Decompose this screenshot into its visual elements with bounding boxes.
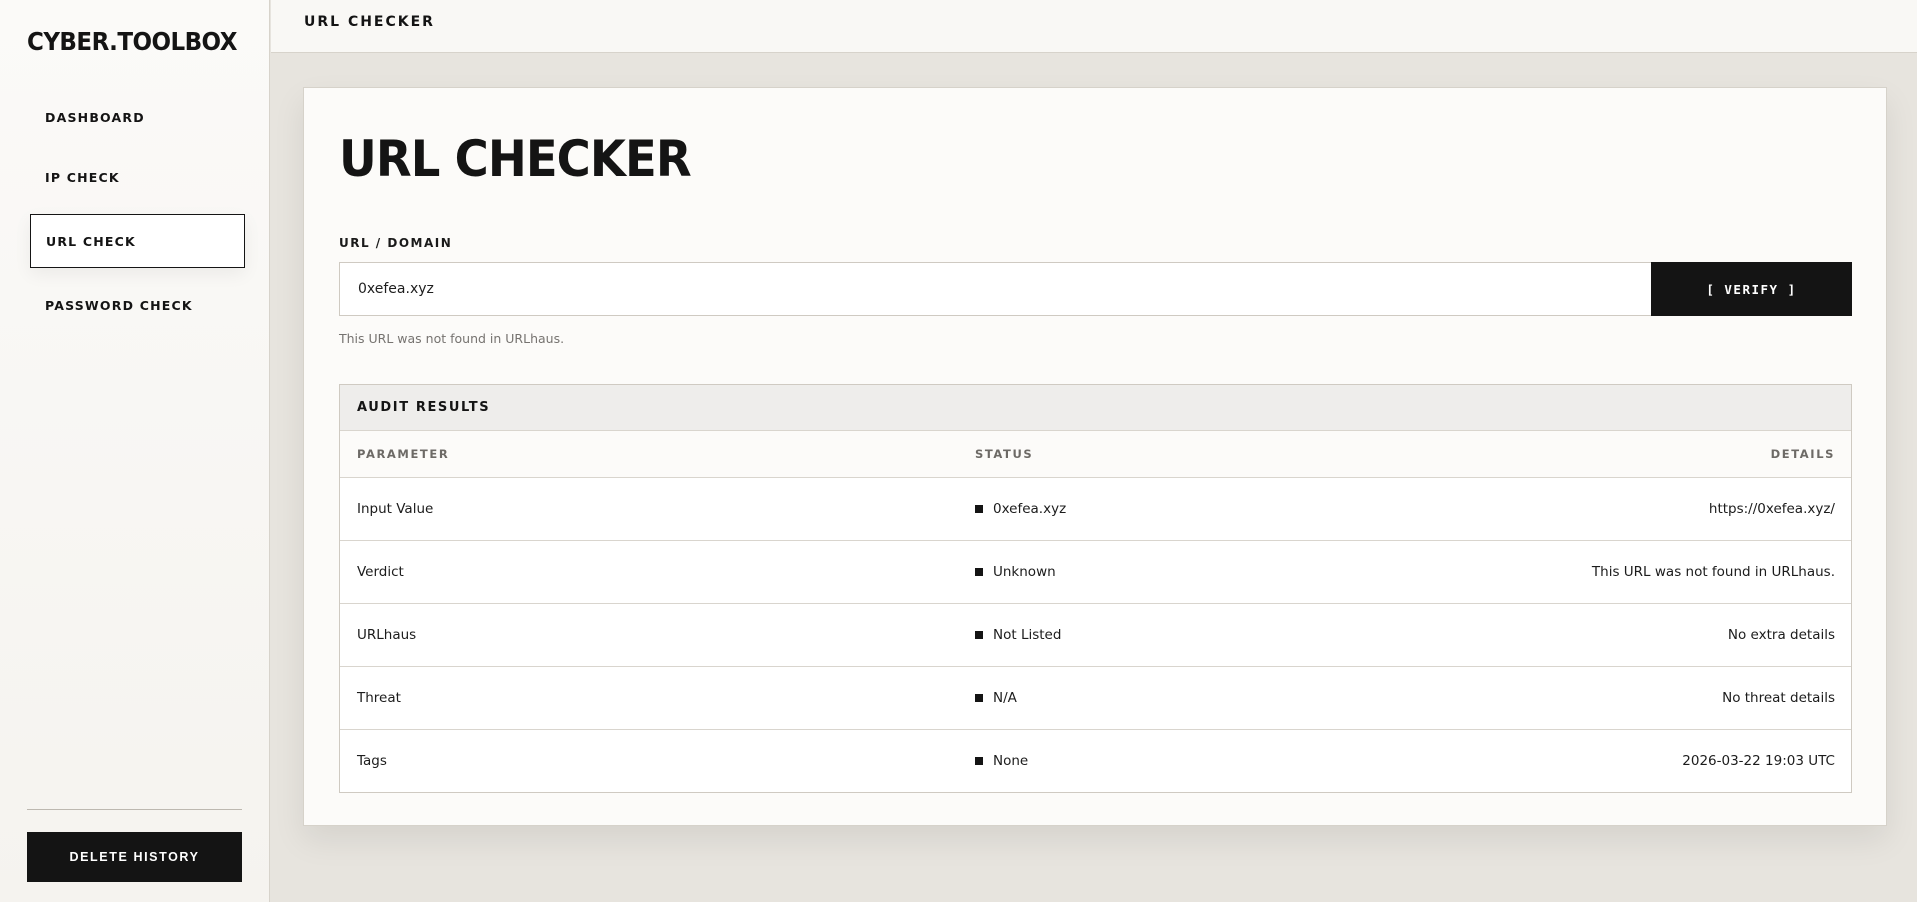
topbar-title: URL CHECKER — [304, 14, 435, 30]
row-parameter: Verdict — [357, 564, 404, 580]
url-input[interactable] — [339, 262, 1652, 316]
page-title: URL CHECKER — [339, 130, 692, 188]
row-status: 0xefea.xyz — [975, 501, 1475, 517]
table-row: Threat N/A No threat details — [340, 666, 1851, 729]
row-details: 2026-03-22 19:03 UTC — [1682, 753, 1835, 769]
table-header: PARAMETER STATUS DETAILS — [340, 430, 1851, 477]
row-status: N/A — [975, 690, 1475, 706]
row-details: This URL was not found in URLhaus. — [1591, 564, 1835, 580]
row-status-value: Not Listed — [993, 627, 1062, 643]
row-status: Not Listed — [975, 627, 1475, 643]
table-row: Verdict Unknown This URL was not found i… — [340, 540, 1851, 603]
status-square-icon — [975, 693, 983, 702]
status-square-icon — [975, 756, 983, 765]
row-parameter: Tags — [357, 753, 387, 769]
status-square-icon — [975, 504, 983, 513]
results-title: AUDIT RESULTS — [340, 385, 1851, 430]
row-status-value: Unknown — [993, 564, 1056, 580]
url-field-label: URL / DOMAIN — [339, 236, 453, 250]
row-parameter: Threat — [357, 690, 401, 706]
row-details: https://0xefea.xyz/ — [1708, 501, 1835, 517]
help-text: This URL was not found in URLhaus. — [339, 331, 565, 346]
sidebar-nav: DASHBOARD IP CHECK URL CHECK PASSWORD CH… — [30, 108, 245, 334]
sidebar-divider — [27, 809, 242, 810]
column-header-details: DETAILS — [1770, 447, 1835, 461]
table-row: URLhaus Not Listed No extra details — [340, 603, 1851, 666]
sidebar-item-password-check[interactable]: PASSWORD CHECK — [30, 288, 245, 322]
row-status-value: N/A — [993, 690, 1017, 706]
delete-history-button[interactable]: DELETE HISTORY — [27, 832, 242, 882]
row-status-value: 0xefea.xyz — [993, 501, 1067, 517]
table-row: Input Value 0xefea.xyz https://0xefea.xy… — [340, 477, 1851, 540]
row-status-value: None — [993, 753, 1029, 769]
row-parameter: Input Value — [357, 501, 434, 517]
sidebar: CYBER.TOOLBOX DASHBOARD IP CHECK URL CHE… — [0, 0, 270, 902]
app-root: CYBER.TOOLBOX DASHBOARD IP CHECK URL CHE… — [0, 0, 1917, 902]
status-square-icon — [975, 630, 983, 639]
audit-results-table: AUDIT RESULTS PARAMETER STATUS DETAILS I… — [339, 384, 1852, 793]
row-status: Unknown — [975, 564, 1475, 580]
brand-logo[interactable]: CYBER.TOOLBOX — [27, 27, 237, 56]
row-details: No extra details — [1727, 627, 1835, 643]
main-card: URL CHECKER URL / DOMAIN [ VERIFY ] This… — [303, 87, 1887, 826]
topbar: URL CHECKER — [271, 0, 1917, 53]
column-header-status: STATUS — [975, 447, 1034, 461]
row-details: No threat details — [1722, 690, 1835, 706]
sidebar-item-dashboard[interactable]: DASHBOARD — [30, 100, 245, 134]
column-header-parameter: PARAMETER — [357, 447, 450, 461]
row-parameter: URLhaus — [357, 627, 417, 643]
sidebar-item-url-check[interactable]: URL CHECK — [30, 214, 245, 268]
verify-button[interactable]: [ VERIFY ] — [1651, 262, 1852, 316]
table-row: Tags None 2026-03-22 19:03 UTC — [340, 729, 1851, 792]
row-status: None — [975, 753, 1475, 769]
sidebar-item-ip-check[interactable]: IP CHECK — [30, 160, 245, 194]
status-square-icon — [975, 567, 983, 576]
